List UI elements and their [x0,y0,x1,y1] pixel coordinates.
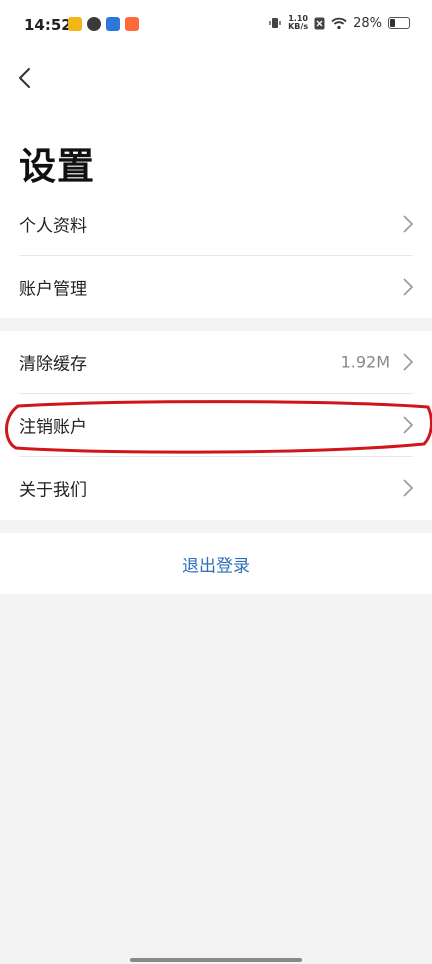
network-speed: 1.10 KB/s [288,15,308,31]
settings-item-account-management[interactable]: 账户管理 [0,256,432,318]
chevron-right-icon [403,416,414,434]
settings-item-label: 清除缓存 [19,354,87,375]
settings-item-label: 注销账户 [19,417,87,438]
chevron-right-icon [403,479,414,497]
status-bar: 14:52 1.10 KB/s 28% [0,0,432,52]
logout-button[interactable]: 退出登录 [0,533,432,594]
settings-item-label: 账户管理 [19,279,87,300]
wifi-icon [331,17,347,29]
page-title: 设置 [19,145,95,188]
net-speed-unit: KB/s [288,22,309,31]
settings-item-profile[interactable]: 个人资料 [0,193,432,255]
app-icon [106,17,120,31]
home-indicator[interactable] [130,958,302,962]
status-time: 14:52 [24,16,72,34]
settings-item-clear-cache[interactable]: 清除缓存 1.92M [0,331,432,393]
settings-item-label: 关于我们 [19,480,87,501]
app-icon [125,17,139,31]
chevron-right-icon [403,353,414,371]
battery-percent: 28% [353,15,382,31]
settings-item-label: 个人资料 [19,216,87,237]
app-icon [87,17,101,31]
settings-item-about-us[interactable]: 关于我们 [0,457,432,519]
settings-item-delete-account[interactable]: 注销账户 [0,394,432,456]
sim-off-icon [314,17,325,29]
battery-icon [388,17,410,29]
chevron-right-icon [403,215,414,233]
notification-icons [68,17,139,31]
weibo-icon [68,17,82,31]
back-arrow-icon[interactable] [12,64,40,92]
status-indicators: 1.10 KB/s 28% [268,15,410,31]
chevron-right-icon [403,278,414,296]
vibrate-icon [269,18,281,28]
logout-label: 退出登录 [182,556,250,576]
cache-size-value: 1.92M [340,352,390,372]
